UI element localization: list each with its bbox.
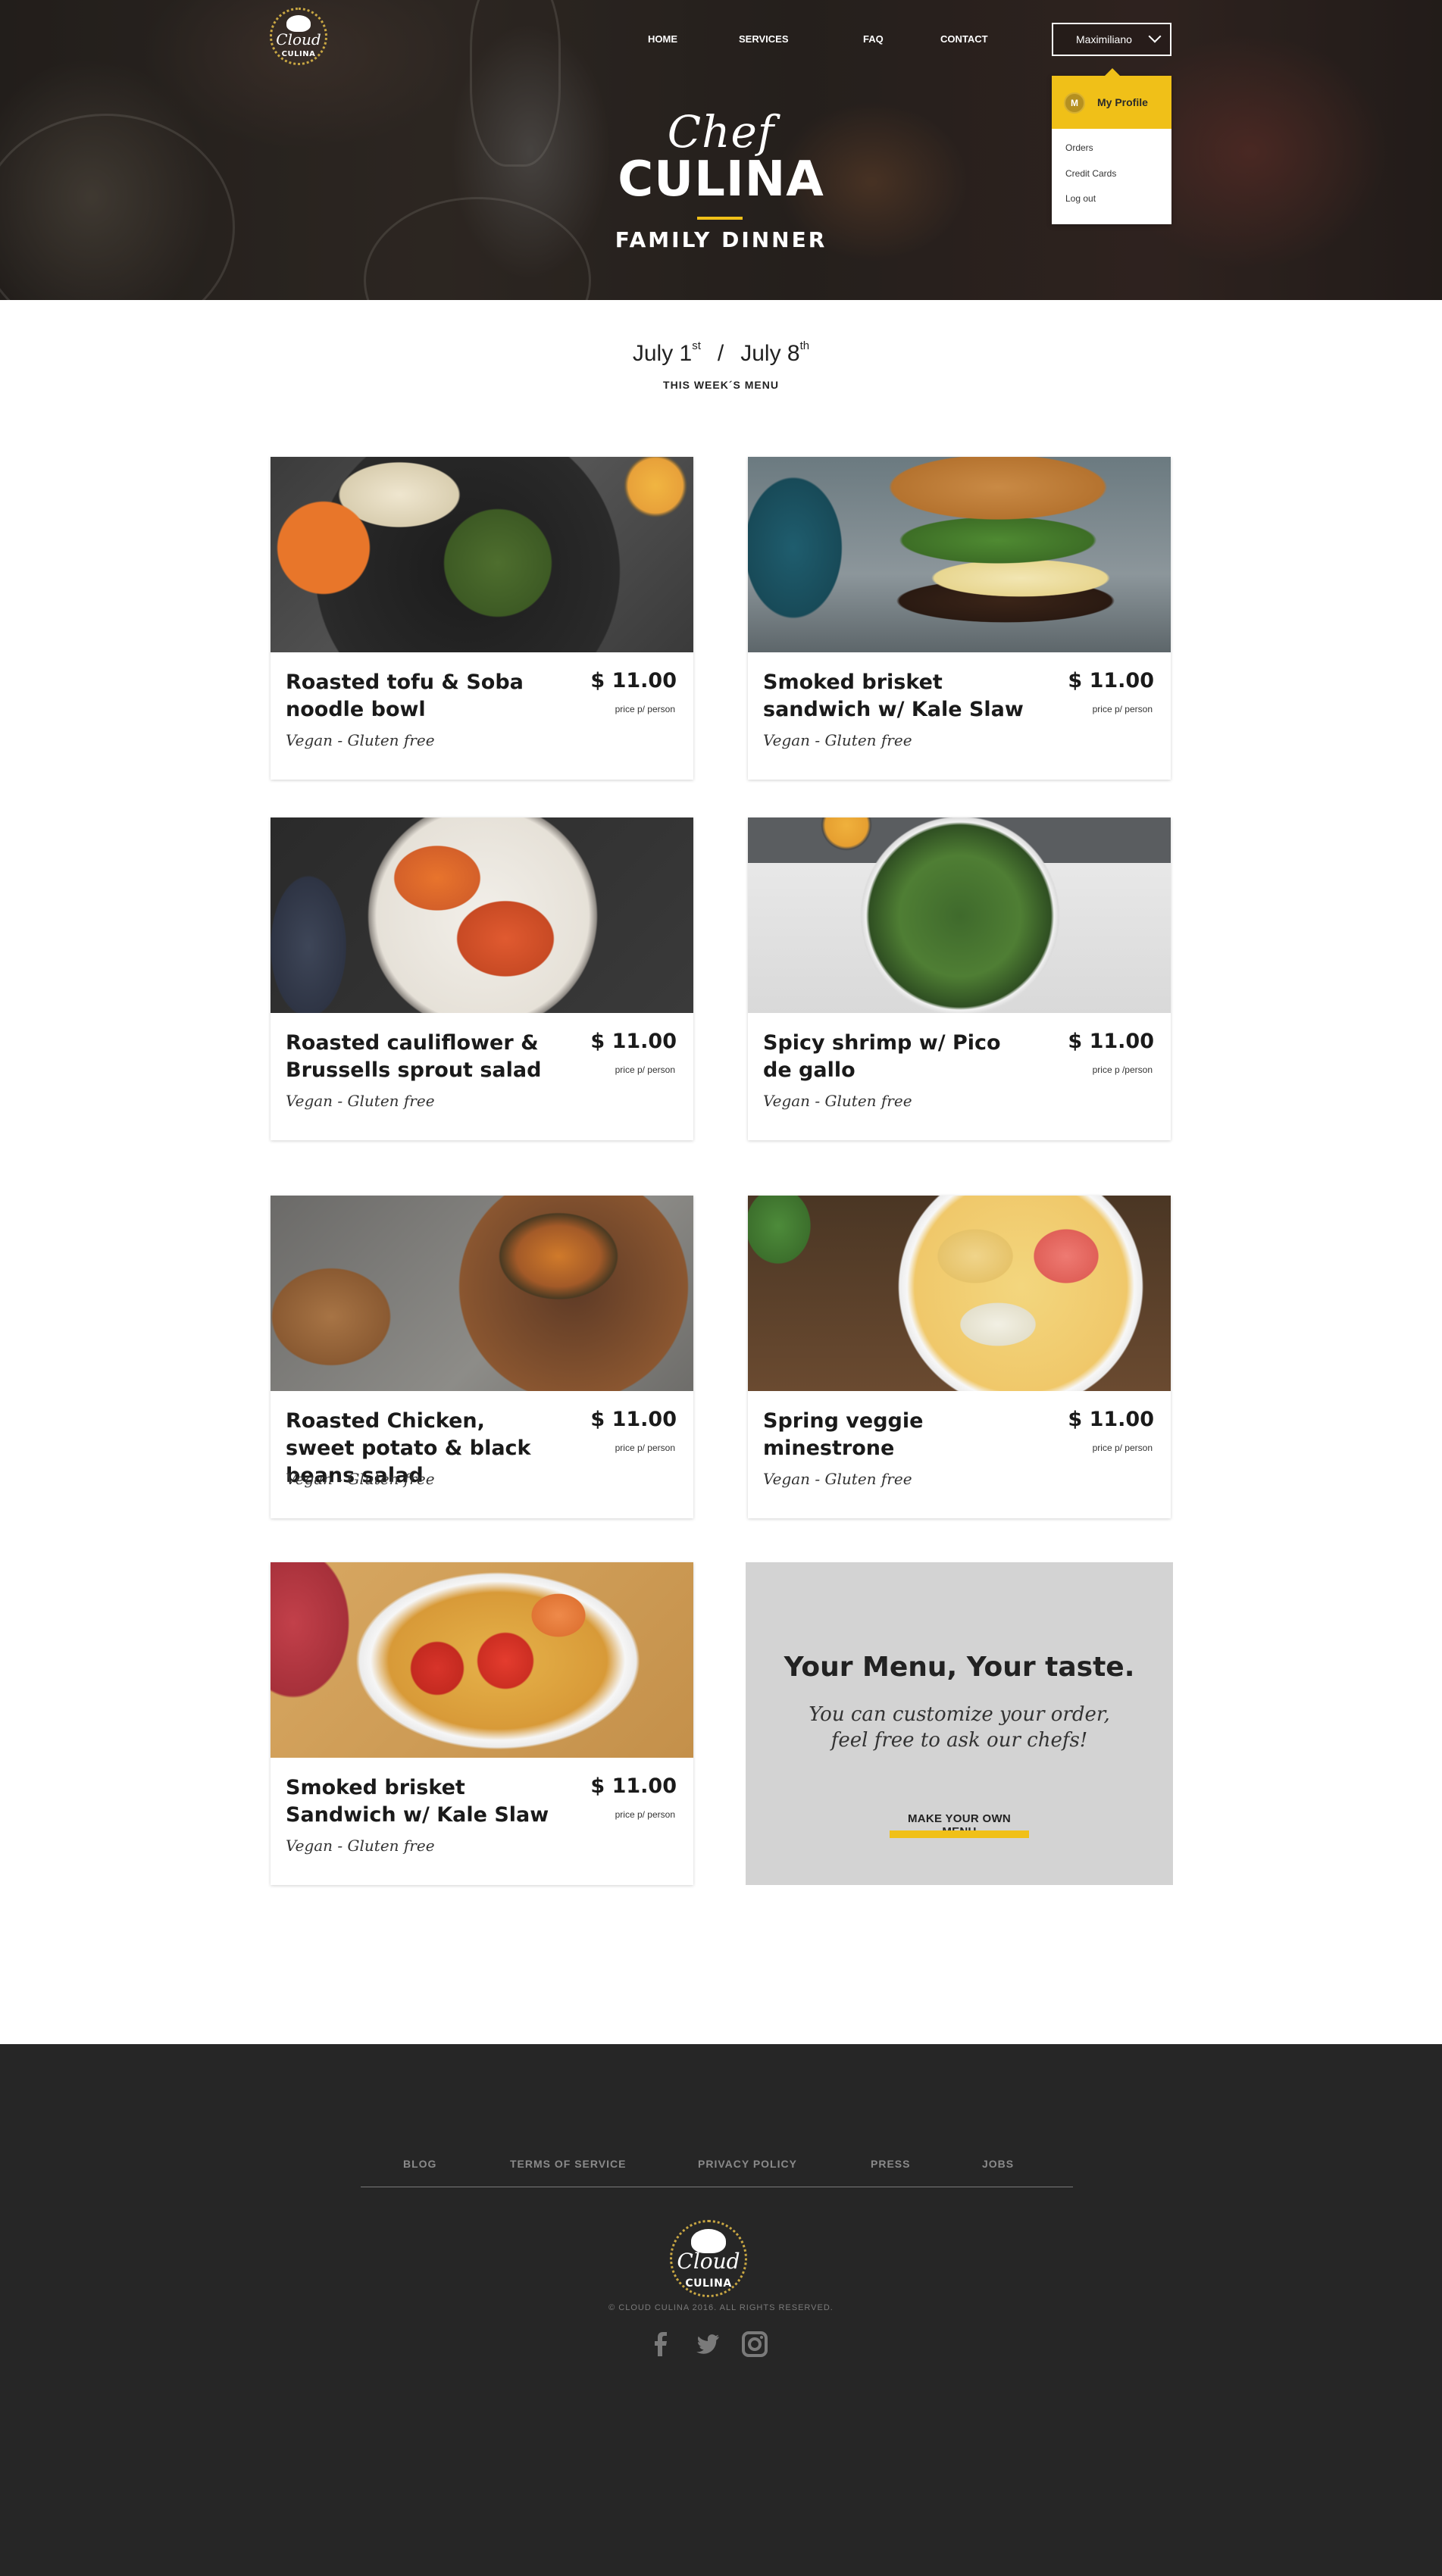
logo-script-text: Cloud [276,30,321,48]
dish-price: $ 11.00 [590,1030,677,1053]
menu-card[interactable]: Roasted cauliflower & Brussells sprout s… [271,818,693,1140]
logo-word-text: CULINA [685,2277,732,2290]
price-unit: price p/ person [1092,704,1153,714]
menu-card[interactable]: Smoked brisket sandwich w/ Kale Slaw $ 1… [748,457,1171,780]
week-menu-label: THIS WEEK´S MENU [663,379,779,391]
footer-link-jobs[interactable]: JOBS [982,2158,1014,2170]
dish-tags: Vegan - Gluten free [763,1092,912,1110]
brand-logo[interactable]: Cloud CULINA [270,8,327,65]
dish-title: Spring veggie minestrone [763,1409,924,1460]
logo-script-text: Cloud [677,2249,740,2274]
dish-tags: Vegan - Gluten free [286,1837,435,1855]
hero-script-title: Chef [667,106,775,158]
menu-card[interactable]: Spring veggie minestrone $ 11.00 price p… [748,1196,1171,1518]
footer-link-privacy[interactable]: PRIVACY POLICY [698,2158,797,2170]
hero-main-title: CULINA [618,152,824,208]
twitter-icon[interactable] [692,2329,722,2359]
promo-title: Your Menu, Your taste. [784,1652,1135,1683]
logo-word-text: CULINA [281,50,316,58]
menu-card[interactable]: Roasted Chicken, sweet potato & black be… [271,1196,693,1518]
nav-faq[interactable]: FAQ [863,33,884,45]
dish-price: $ 11.00 [590,669,677,692]
dish-tags: Vegan - Gluten free [286,731,435,749]
dish-title: Smoked brisket Sandwich w/ Kale Slaw [286,1776,549,1827]
dish-photo [748,457,1171,652]
chevron-down-icon [1148,30,1162,43]
price-unit: price p/ person [1092,1443,1153,1453]
dish-tags: Vegan - Gluten free [763,731,912,749]
dish-title: Spicy shrimp w/ Pico de gallo [763,1031,1001,1082]
dish-photo [271,1562,693,1758]
footer-link-press[interactable]: PRESS [871,2158,910,2170]
dish-title: Roasted tofu & Soba noodle bowl [286,671,524,721]
dish-price: $ 11.00 [590,1774,677,1798]
price-unit: price p/ person [615,1443,675,1453]
dish-photo [271,1196,693,1391]
hero-divider [697,217,743,220]
price-unit: price p/ person [615,1809,675,1820]
dish-title: Smoked brisket sandwich w/ Kale Slaw [763,671,1024,721]
price-unit: price p/ person [615,1064,675,1075]
dish-tags: Vegan - Gluten free [286,1092,435,1110]
footer-link-blog[interactable]: BLOG [403,2158,436,2170]
facebook-icon[interactable] [646,2329,676,2359]
dish-price: $ 11.00 [1068,669,1154,692]
promo-underline [890,1830,1029,1838]
menu-card[interactable]: Smoked brisket Sandwich w/ Kale Slaw $ 1… [271,1562,693,1885]
dish-title: Roasted cauliflower & Brussells sprout s… [286,1031,542,1082]
start-date: July 1 [632,341,693,366]
menu-card[interactable]: Spicy shrimp w/ Pico de gallo $ 11.00 pr… [748,818,1171,1140]
dish-photo [271,818,693,1013]
price-unit: price p /person [1092,1064,1153,1075]
hero-banner: Cloud CULINA HOME SERVICES FAQ CONTACT M… [0,0,1442,300]
chef-hat-icon [286,15,311,32]
copyright-text: © CLOUD CULINA 2016. ALL RIGHTS RESERVED… [608,2303,834,2312]
dish-price: $ 11.00 [1068,1030,1154,1053]
end-date: July 8 [740,341,800,366]
instagram-icon[interactable] [740,2329,770,2359]
dish-price: $ 11.00 [590,1408,677,1431]
dish-price: $ 11.00 [1068,1408,1154,1431]
user-name: Maximiliano [1076,33,1132,45]
user-menu-button[interactable]: Maximiliano [1052,23,1171,56]
footer-link-terms[interactable]: TERMS OF SERVICE [510,2158,626,2170]
dish-tags: Vegan - Gluten free [763,1470,912,1488]
week-dates: July 1st / July 8th [632,339,810,366]
footer-logo[interactable]: Cloud CULINA [670,2220,747,2297]
promo-text: You can customize your order, feel free … [809,1703,1110,1752]
dish-photo [271,457,693,652]
dish-tags: Vegan - Gluten free [286,1470,435,1488]
nav-home[interactable]: HOME [648,33,677,45]
nav-services[interactable]: SERVICES [739,33,789,45]
dish-photo [748,1196,1171,1391]
hero-subtitle: FAMILY DINNER [615,227,827,252]
menu-card[interactable]: Roasted tofu & Soba noodle bowl $ 11.00 … [271,457,693,780]
price-unit: price p/ person [615,704,675,714]
nav-contact[interactable]: CONTACT [940,33,988,45]
footer: BLOG TERMS OF SERVICE PRIVACY POLICY PRE… [0,2044,1442,2576]
dish-photo [748,818,1171,1013]
custom-menu-promo: Your Menu, Your taste. You can customize… [746,1562,1173,1885]
